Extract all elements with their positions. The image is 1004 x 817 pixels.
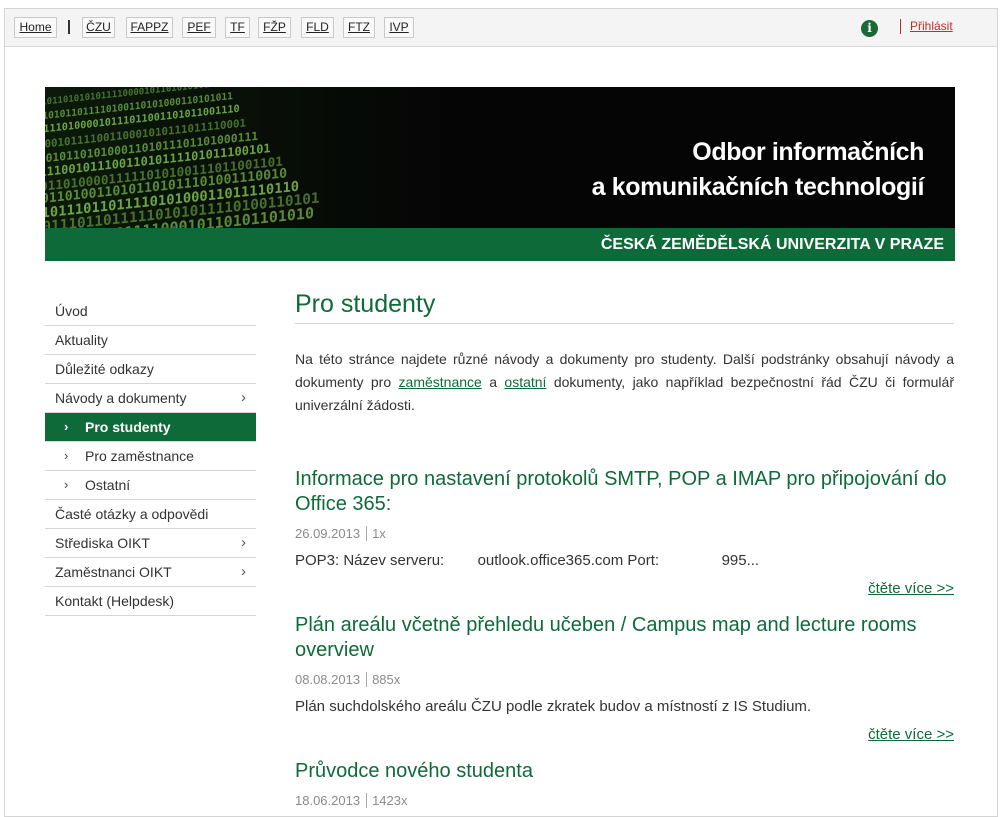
sidebar-item[interactable]: Zaměstnanci OIKT ›: [45, 558, 256, 587]
article-views: 1423x: [372, 793, 408, 808]
top-link-ivp[interactable]: IVP: [384, 17, 414, 38]
university-name: ČESKÁ ZEMĚDĚLSKÁ UNIVERZITA V PRAZE: [600, 236, 944, 253]
chevron-right-icon: ›: [241, 389, 246, 406]
top-link-ftz[interactable]: FTZ: [343, 17, 375, 38]
sidebar-item-label: Úvod: [55, 303, 88, 319]
meta-separator: [366, 793, 368, 808]
chevron-right-icon: ›: [241, 534, 246, 551]
link-ostatni[interactable]: ostatní: [504, 374, 546, 390]
read-more-link[interactable]: čtěte více >>: [868, 726, 954, 743]
sidebar-item[interactable]: Návody a dokumenty ›: [45, 384, 256, 413]
article-title[interactable]: Informace pro nastavení protokolů SMTP, …: [295, 467, 954, 517]
article-meta: 26.09.2013 1x: [295, 526, 954, 542]
article-item: Plán areálu včetně přehledu učeben / Cam…: [295, 613, 954, 743]
sidebar-item-label: Důležité odkazy: [55, 361, 154, 377]
top-bar: Home ČZU FAPPZ PEF TF FŽP FLD FTZ IVP i …: [5, 9, 997, 47]
top-link-tf[interactable]: TF: [225, 17, 250, 38]
sidebar-item-label: Ostatní: [85, 477, 131, 493]
top-link-fld[interactable]: FLD: [301, 17, 334, 38]
sidebar-item-label: Časté otázky a odpovědi: [55, 506, 209, 522]
article-title[interactable]: Plán areálu včetně přehledu učeben / Cam…: [295, 613, 954, 663]
read-more-link[interactable]: čtěte více >>: [868, 580, 954, 597]
main-content: Pro studenty Na této stránce najdete růz…: [295, 291, 954, 808]
article-date: 18.06.2013: [295, 793, 361, 808]
article-meta: 18.06.2013 1423x: [295, 793, 954, 809]
chevron-right-icon: ›: [64, 419, 69, 434]
sidebar-item-label: Pro zaměstnance: [85, 448, 194, 464]
article-title[interactable]: Průvodce nového studenta: [295, 759, 954, 784]
sidebar-item[interactable]: Časté otázky a odpovědi: [45, 500, 256, 529]
sidebar-item-label: Pro studenty: [85, 419, 171, 435]
top-link-home[interactable]: Home: [14, 17, 57, 38]
intro-paragraph: Na této stránce najdete různé návody a d…: [295, 348, 954, 417]
header-banner: 0101011010101011110000101101010101110 100…: [45, 87, 955, 261]
sidebar-item[interactable]: Důležité odkazy: [45, 355, 256, 384]
sidebar-item-label: Aktuality: [55, 332, 108, 348]
sidebar-item[interactable]: Aktuality: [45, 326, 256, 355]
university-strip: ČESKÁ ZEMĚDĚLSKÁ UNIVERZITA V PRAZE: [45, 228, 955, 261]
article-date: 08.08.2013: [295, 672, 361, 687]
page-frame: Home ČZU FAPPZ PEF TF FŽP FLD FTZ IVP i …: [4, 8, 998, 817]
link-zamestnance[interactable]: zaměstnance: [399, 374, 482, 390]
info-icon[interactable]: i: [861, 20, 878, 37]
article-excerpt: Plán suchdolského areálu ČZU podle zkrat…: [295, 698, 812, 715]
department-title-line2: a komunikačních technologií: [591, 173, 925, 201]
sidebar-item-label: Návody a dokumenty: [55, 390, 187, 406]
article-date: 26.09.2013: [295, 526, 361, 541]
sidebar-item-label: Střediska OIKT: [55, 535, 150, 551]
page-title: Pro studenty: [295, 291, 954, 324]
sidebar-item[interactable]: › Pro zaměstnance: [45, 442, 256, 471]
sidebar-item[interactable]: › Pro studenty: [45, 413, 256, 442]
meta-separator: [366, 526, 368, 541]
article-item: Průvodce nového studenta 18.06.2013 1423x: [295, 759, 954, 809]
top-link-pef[interactable]: PEF: [182, 17, 216, 38]
chevron-right-icon: ›: [64, 448, 69, 463]
department-title-line1: Odbor informačních: [692, 138, 924, 166]
sidebar-item-label: Zaměstnanci OIKT: [55, 564, 172, 580]
top-link-fappz[interactable]: FAPPZ: [126, 17, 173, 38]
login-separator: [900, 19, 901, 34]
article-item: Informace pro nastavení protokolů SMTP, …: [295, 467, 954, 597]
sidebar-item[interactable]: Úvod: [45, 297, 256, 326]
article-views: 885x: [372, 672, 401, 687]
sidebar-item[interactable]: › Ostatní: [45, 471, 256, 500]
sidebar-item[interactable]: Střediska OIKT ›: [45, 529, 256, 558]
sidebar-item-label: Kontakt (Helpdesk): [55, 593, 175, 609]
chevron-right-icon: ›: [241, 563, 246, 580]
department-title: Odbor informačních a komunikačních techn…: [504, 135, 925, 205]
login-link[interactable]: Přihlásit: [910, 19, 953, 33]
sidebar-item[interactable]: Kontakt (Helpdesk): [45, 587, 256, 616]
meta-separator: [366, 672, 368, 687]
chevron-right-icon: ›: [64, 477, 69, 492]
top-separator: [68, 20, 70, 34]
top-link-czu[interactable]: ČZU: [82, 17, 115, 38]
article-excerpt: POP3: Název serveru: outlook.office365.c…: [295, 552, 760, 569]
intro-text: a: [481, 374, 505, 390]
binary-code-image: 0101011010101011110000101101010101110 100…: [45, 87, 445, 229]
article-meta: 08.08.2013 885x: [295, 672, 954, 688]
top-link-fzp[interactable]: FŽP: [258, 17, 291, 38]
sidebar-nav: Úvod Aktuality Důležité odkazy Návody a dok…: [45, 297, 256, 616]
article-views: 1x: [372, 526, 386, 541]
